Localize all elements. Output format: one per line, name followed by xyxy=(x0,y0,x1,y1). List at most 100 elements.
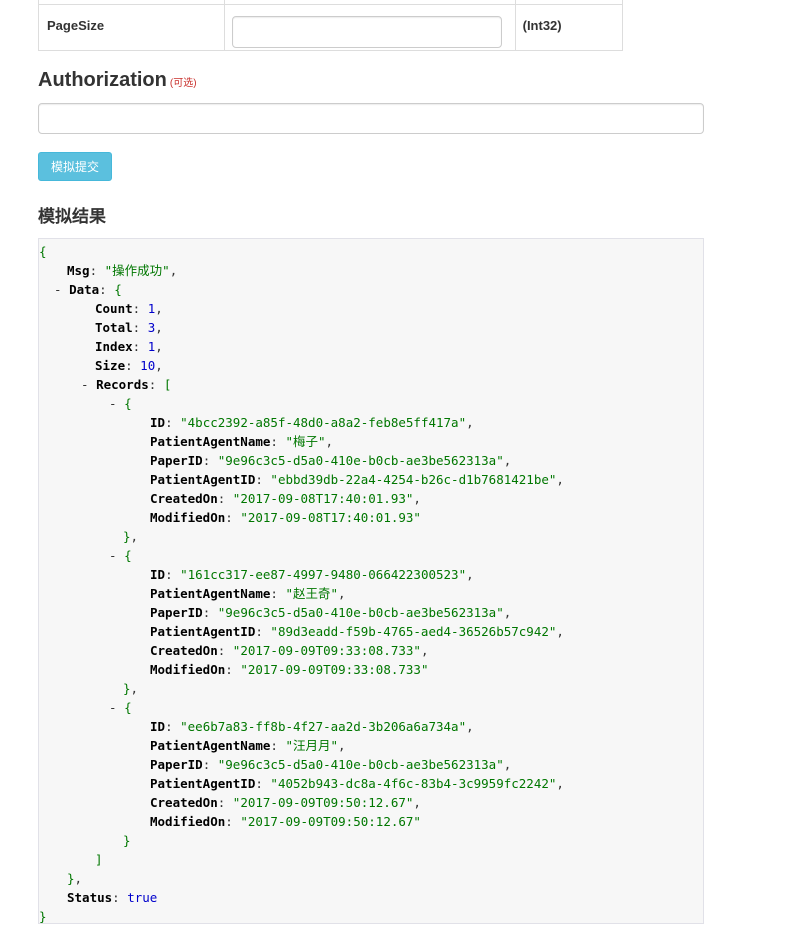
json-value: "操作成功" xyxy=(104,263,170,278)
json-comma: , xyxy=(413,795,421,810)
json-comma: , xyxy=(503,453,512,468)
json-record-close: }, xyxy=(123,527,138,546)
authorization-title: Authorization xyxy=(38,69,167,91)
param-name-cell: PageSize xyxy=(38,4,225,51)
json-value: true xyxy=(127,890,158,905)
json-value: "ee6b7a83-ff8b-4f27-aa2d-3b206a6a734a" xyxy=(180,719,467,734)
json-records-close: ] xyxy=(95,850,103,869)
json-record-field: CreatedOn: "2017-09-09T09:33:08.733", xyxy=(150,641,428,660)
json-key: PatientAgentName xyxy=(150,586,271,601)
json-colon: : xyxy=(217,795,233,810)
json-value: "9e96c3c5-d5a0-410e-b0cb-ae3be562313a" xyxy=(217,605,504,620)
json-value: "赵王奇" xyxy=(285,586,339,601)
json-brace: } xyxy=(123,529,131,544)
json-brace: { xyxy=(124,548,132,563)
optional-label: (可选) xyxy=(169,78,197,89)
json-value: "2017-09-09T09:33:08.733" xyxy=(232,643,421,658)
json-brace: } xyxy=(123,681,131,696)
json-key: PatientAgentID xyxy=(150,624,256,639)
json-colon: : xyxy=(165,415,181,430)
json-value: "2017-09-08T17:40:01.93" xyxy=(240,510,421,525)
collapse-toggle[interactable]: - xyxy=(109,700,124,715)
param-value-cell xyxy=(223,4,516,51)
simulate-submit-button[interactable]: 模拟提交 xyxy=(38,152,112,181)
authorization-input[interactable] xyxy=(38,103,704,134)
json-comma: , xyxy=(325,434,334,449)
json-key: PaperID xyxy=(150,757,203,772)
json-colon: : xyxy=(132,339,148,354)
json-key: PatientAgentName xyxy=(150,434,271,449)
json-key: ID xyxy=(150,567,166,582)
json-key: Size xyxy=(95,358,126,373)
json-record-field: ModifiedOn: "2017-09-09T09:50:12.67" xyxy=(150,812,421,831)
json-record-field: PaperID: "9e96c3c5-d5a0-410e-b0cb-ae3be5… xyxy=(150,451,511,470)
json-bracket: ] xyxy=(95,852,103,867)
json-msg: Msg: "操作成功", xyxy=(67,261,177,280)
json-record-close: }, xyxy=(123,679,138,698)
authorization-heading: Authorization (可选) xyxy=(38,69,197,92)
json-record-close: } xyxy=(123,831,131,850)
json-record-field: CreatedOn: "2017-09-09T09:50:12.67", xyxy=(150,793,421,812)
param-table: PageSize (Int32) xyxy=(38,0,624,51)
json-colon: : xyxy=(270,586,286,601)
collapse-toggle[interactable]: - xyxy=(54,282,69,297)
collapse-toggle[interactable]: - xyxy=(81,377,96,392)
json-colon: : xyxy=(270,434,286,449)
collapse-toggle[interactable]: - xyxy=(109,396,124,411)
json-key: Total xyxy=(95,320,133,335)
json-key: ID xyxy=(150,719,166,734)
json-brace: { xyxy=(114,282,122,297)
json-colon: : xyxy=(202,605,218,620)
json-brace: } xyxy=(123,833,131,848)
json-value: "梅子" xyxy=(285,434,326,449)
json-key: Msg xyxy=(67,263,90,278)
json-record-field: PatientAgentID: "89d3eadd-f59b-4765-aed4… xyxy=(150,622,564,641)
json-record-field: PatientAgentName: "汪月月", xyxy=(150,736,346,755)
json-total: Total: 3, xyxy=(95,318,163,337)
json-colon: : xyxy=(255,776,271,791)
json-comma: , xyxy=(413,491,421,506)
json-status: Status: true xyxy=(67,888,157,907)
json-comma: , xyxy=(74,871,83,886)
json-key: CreatedOn xyxy=(150,491,218,506)
json-key: ModifiedOn xyxy=(150,662,226,677)
json-close: } xyxy=(39,907,47,926)
json-comma: , xyxy=(155,358,163,373)
json-key: CreatedOn xyxy=(150,795,218,810)
json-comma: , xyxy=(503,605,512,620)
json-comma: , xyxy=(556,472,564,487)
json-value: "161cc317-ee87-4997-9480-066422300523" xyxy=(180,567,467,582)
json-brace: { xyxy=(124,700,132,715)
json-key: ModifiedOn xyxy=(150,814,226,829)
json-colon: : xyxy=(132,320,148,335)
json-brace: } xyxy=(67,871,75,886)
json-brace: { xyxy=(124,396,132,411)
pagesize-input[interactable] xyxy=(231,16,502,48)
json-comma: , xyxy=(420,643,429,658)
json-record-field: ID: "ee6b7a83-ff8b-4f27-aa2d-3b206a6a734… xyxy=(150,717,474,736)
json-records: - Records: [ xyxy=(81,375,171,394)
json-record-field: PatientAgentName: "梅子", xyxy=(150,432,333,451)
param-type: (Int32) xyxy=(522,18,562,33)
param-name: PageSize xyxy=(47,18,105,33)
json-brace: } xyxy=(39,909,47,924)
json-key: Status xyxy=(67,890,113,905)
json-index: Index: 1, xyxy=(95,337,163,356)
json-value: "2017-09-09T09:50:12.67" xyxy=(232,795,414,810)
json-record-field: PaperID: "9e96c3c5-d5a0-410e-b0cb-ae3be5… xyxy=(150,603,511,622)
json-value: "2017-09-09T09:33:08.733" xyxy=(240,662,429,677)
json-record-field: ID: "161cc317-ee87-4997-9480-06642230052… xyxy=(150,565,474,584)
json-comma: , xyxy=(155,339,163,354)
json-colon: : xyxy=(148,377,164,392)
json-comma: , xyxy=(556,776,564,791)
json-colon: : xyxy=(165,719,181,734)
json-colon: : xyxy=(165,567,181,582)
json-key: Index xyxy=(95,339,133,354)
json-colon: : xyxy=(225,510,241,525)
json-colon: : xyxy=(202,453,218,468)
json-comma: , xyxy=(169,263,178,278)
json-record-open: - { xyxy=(109,394,132,413)
json-comma: , xyxy=(130,681,139,696)
result-heading: 模拟结果 xyxy=(38,207,106,226)
collapse-toggle[interactable]: - xyxy=(109,548,124,563)
